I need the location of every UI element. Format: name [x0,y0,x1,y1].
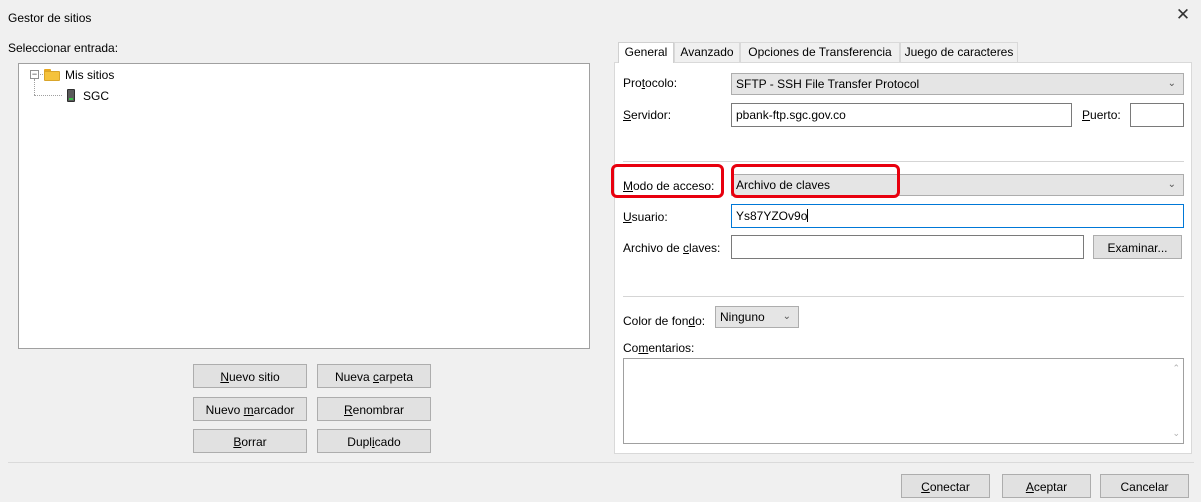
browse-button[interactable]: Examinar... [1093,235,1182,259]
bgcolor-label: Color de fondo: [623,314,706,328]
collapse-icon[interactable]: − [30,70,39,79]
scroll-down-icon[interactable]: ⌄ [1172,428,1180,439]
tab-opciones-transferencia[interactable]: Opciones de Transferencia [740,42,900,62]
highlight-box-label [611,164,724,198]
cancel-button[interactable]: Cancelar [1100,474,1189,498]
server-icon [67,89,75,102]
bgcolor-select[interactable]: Ninguno ⌄ [715,306,799,328]
protocol-select[interactable]: SFTP - SSH File Transfer Protocol ⌄ [731,73,1184,95]
tab-avanzado[interactable]: Avanzado [674,42,740,62]
server-label: Servidor: [623,108,672,122]
comments-textarea[interactable]: ⌃ ⌄ [623,358,1184,444]
ok-button[interactable]: Aceptar [1002,474,1091,498]
select-entry-label: Seleccionar entrada: [8,41,119,55]
tree-item-mis-sitios[interactable]: Mis sitios [65,68,114,82]
duplicate-button[interactable]: Duplicado [317,429,431,453]
scroll-up-icon[interactable]: ⌃ [1172,363,1180,374]
comments-label: Comentarios: [623,341,695,355]
footer-divider [8,462,1194,463]
tab-juego-caracteres[interactable]: Juego de caracteres [900,42,1018,62]
user-value: Ys87YZOv9o [736,209,808,223]
chevron-down-icon: ⌄ [1167,78,1176,89]
rename-button[interactable]: Renombrar [317,397,431,421]
site-tree[interactable]: − Mis sitios SGC [18,63,590,349]
user-label: Usuario: [623,210,668,224]
connect-button[interactable]: Conectar [901,474,990,498]
chevron-down-icon: ⌄ [782,311,791,322]
port-label: Puerto: [1082,108,1121,122]
divider [623,296,1184,297]
chevron-down-icon: ⌄ [1167,179,1176,190]
folder-icon [44,69,60,81]
server-input[interactable]: pbank-ftp.sgc.gov.co [731,103,1072,127]
new-folder-button[interactable]: Nueva carpeta [317,364,431,388]
divider [623,161,1184,162]
window-title: Gestor de sitios [8,11,92,25]
delete-button[interactable]: Borrar [193,429,307,453]
keyfile-input[interactable] [731,235,1084,259]
protocol-value: SFTP - SSH File Transfer Protocol [736,77,920,91]
highlight-box-value [731,164,900,198]
new-site-button[interactable]: Nuevo sitio [193,364,307,388]
tab-general[interactable]: General [618,42,674,63]
keyfile-label: Archivo de claves: [623,241,721,255]
bgcolor-value: Ninguno [720,310,765,324]
close-icon[interactable]: ✕ [1172,4,1194,26]
user-input[interactable]: Ys87YZOv9o [731,204,1184,228]
port-input[interactable] [1130,103,1184,127]
protocol-label: Protocolo: [623,76,678,90]
tree-item-sgc[interactable]: SGC [83,89,109,103]
new-bookmark-button[interactable]: Nuevo marcador [193,397,307,421]
